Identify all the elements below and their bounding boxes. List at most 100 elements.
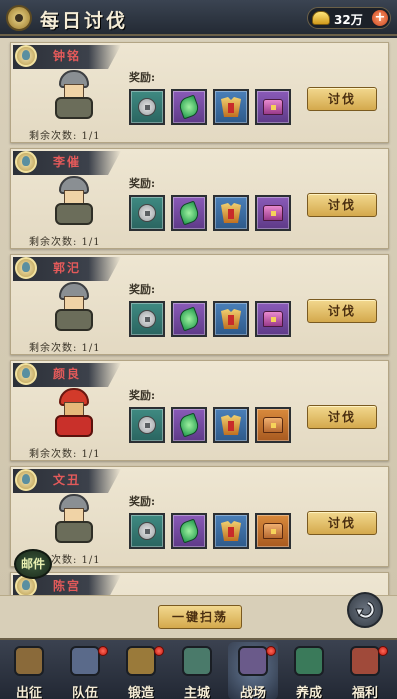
gold-value: 32万	[334, 13, 363, 27]
back-arrow-icon	[355, 601, 375, 619]
notification-dot	[154, 646, 164, 656]
reward-armor[interactable]	[213, 89, 249, 125]
add-gold-button[interactable]: +	[372, 10, 388, 26]
reward-coin[interactable]	[129, 89, 165, 125]
reward-armor[interactable]	[213, 195, 249, 231]
boss-avatar	[51, 494, 97, 546]
gold-counter: 32万 +	[307, 7, 391, 29]
boss-badge-icon	[15, 45, 37, 67]
rewards-label: 奖励:	[129, 71, 156, 84]
reward-jade[interactable]	[171, 195, 207, 231]
reward-coin[interactable]	[129, 301, 165, 337]
training-icon	[294, 646, 324, 676]
armor-icon	[221, 97, 241, 117]
boss-card: 钟铭 剩余次数: 1/1 奖励: 讨伐	[10, 42, 389, 143]
boss-avatar	[51, 282, 97, 334]
nav-label: 队伍	[71, 686, 98, 699]
attack-button[interactable]: 讨伐	[307, 511, 377, 535]
jade-icon	[177, 94, 201, 120]
nav-label: 战场	[239, 686, 266, 699]
crossed-swords-icon	[14, 646, 44, 676]
coin-icon	[138, 522, 156, 540]
coin-icon	[138, 310, 156, 328]
remaining-attempts: 剩余次数: 1/1	[29, 131, 101, 142]
nav-duanzao[interactable]: 锻造	[116, 642, 166, 699]
reward-chest[interactable]	[255, 89, 291, 125]
reward-coin[interactable]	[129, 407, 165, 443]
forge-icon	[126, 646, 156, 676]
chest-icon	[263, 99, 283, 115]
boss-badge-icon	[15, 469, 37, 491]
boss-avatar	[51, 176, 97, 228]
page-title: 每日讨伐	[40, 10, 129, 32]
rewards-label: 奖励:	[129, 177, 156, 190]
gift-icon	[350, 646, 380, 676]
rewards-label: 奖励:	[129, 495, 156, 508]
gold-ingot-icon	[312, 11, 330, 25]
reward-jade[interactable]	[171, 513, 207, 549]
boss-avatar	[51, 70, 97, 122]
nav-label: 主城	[183, 686, 210, 699]
nav-duiwu[interactable]: 队伍	[60, 642, 110, 699]
boss-card: 颜良 剩余次数: 1/1 奖励: 讨伐	[10, 360, 389, 461]
nav-label: 养成	[295, 686, 322, 699]
sweep-all-button[interactable]: 一键扫荡	[158, 605, 242, 629]
boss-name: 郭汜	[53, 261, 82, 275]
armor-icon	[221, 521, 241, 541]
attack-button[interactable]: 讨伐	[307, 87, 377, 111]
boss-list[interactable]: 钟铭 剩余次数: 1/1 奖励: 讨伐 李催 剩余次数: 1/1 奖励: 讨伐 …	[0, 38, 397, 595]
rewards-label: 奖励:	[129, 389, 156, 402]
reward-jade[interactable]	[171, 89, 207, 125]
reward-jade[interactable]	[171, 407, 207, 443]
coin-icon	[138, 416, 156, 434]
reward-coin[interactable]	[129, 513, 165, 549]
boss-name: 陈宫	[53, 579, 82, 593]
jade-icon	[177, 306, 201, 332]
attack-button[interactable]: 讨伐	[307, 405, 377, 429]
armor-icon	[221, 415, 241, 435]
header-bar: 每日讨伐 32万 +	[0, 0, 397, 36]
castle-icon	[182, 646, 212, 676]
back-button[interactable]	[347, 592, 383, 628]
nav-chuzheng[interactable]: 出征	[4, 642, 54, 699]
nav-zhanchang[interactable]: 战场	[228, 642, 278, 699]
chest-icon	[263, 311, 283, 327]
reward-chest[interactable]	[255, 195, 291, 231]
attack-button[interactable]: 讨伐	[307, 299, 377, 323]
remaining-attempts: 剩余次数: 1/1	[29, 237, 101, 248]
reward-armor[interactable]	[213, 407, 249, 443]
notification-dot	[378, 646, 388, 656]
boss-card: 郭汜 剩余次数: 1/1 奖励: 讨伐	[10, 254, 389, 355]
reward-chest[interactable]	[255, 407, 291, 443]
chest-icon	[263, 523, 283, 539]
reward-armor[interactable]	[213, 513, 249, 549]
bottom-nav: 出征 队伍 锻造 主城 战场 养成 福利	[0, 638, 397, 699]
jade-icon	[177, 412, 201, 438]
boss-name: 李催	[53, 155, 82, 169]
reward-coin[interactable]	[129, 195, 165, 231]
jade-icon	[177, 200, 201, 226]
armor-icon	[221, 309, 241, 329]
attack-button[interactable]: 讨伐	[307, 193, 377, 217]
chest-icon	[263, 205, 283, 221]
reward-chest[interactable]	[255, 301, 291, 337]
boss-badge-icon	[15, 363, 37, 385]
notification-dot	[98, 646, 108, 656]
boss-card: 陈宫	[10, 572, 389, 595]
mail-button[interactable]: 邮件	[14, 549, 52, 579]
nav-yangcheng[interactable]: 养成	[284, 642, 334, 699]
nav-zhucheng[interactable]: 主城	[172, 642, 222, 699]
boss-card: 李催 剩余次数: 1/1 奖励: 讨伐	[10, 148, 389, 249]
boss-avatar	[51, 388, 97, 440]
boss-card: 文丑 剩余次数: 1/1 奖励: 讨伐	[10, 466, 389, 567]
boss-name: 颜良	[53, 367, 82, 381]
reward-armor[interactable]	[213, 301, 249, 337]
reward-jade[interactable]	[171, 301, 207, 337]
jade-icon	[177, 518, 201, 544]
coin-icon	[138, 204, 156, 222]
remaining-attempts: 剩余次数: 1/1	[29, 343, 101, 354]
reward-chest[interactable]	[255, 513, 291, 549]
boss-name: 文丑	[53, 473, 82, 487]
nav-fuli[interactable]: 福利	[340, 642, 390, 699]
chest-icon	[263, 417, 283, 433]
